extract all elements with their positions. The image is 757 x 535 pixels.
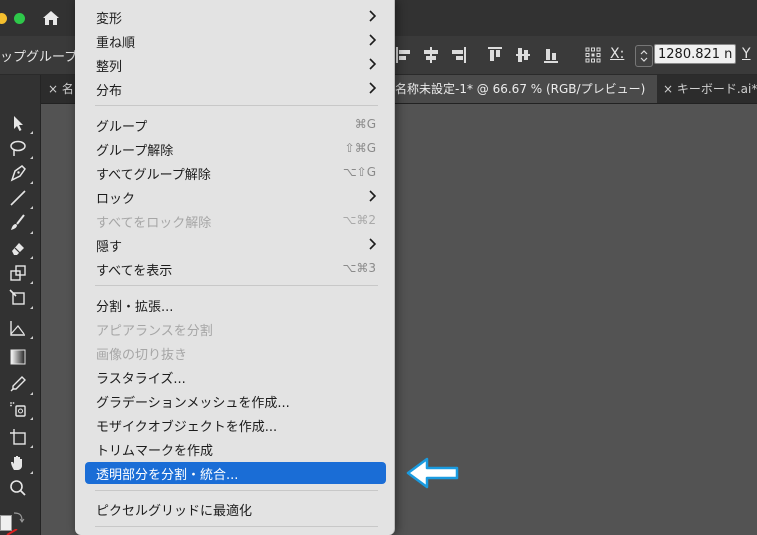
align-horizontal-center-icon[interactable] — [422, 45, 440, 65]
y-coordinate-label: Y — [742, 46, 751, 62]
submenu-arrow-icon — [369, 58, 376, 70]
stroke-none-swatch[interactable] — [5, 529, 25, 535]
selection-tool-icon[interactable] — [8, 113, 33, 134]
menu-item-ungroup[interactable]: グループ解除 ⇧⌘G — [85, 138, 386, 160]
menu-item-align[interactable]: 整列 — [85, 54, 386, 76]
menu-item-create-trim-marks[interactable]: トリムマークを作成 — [85, 438, 386, 460]
menu-item-ungroup-all[interactable]: すべてグループ解除 ⌥⇧G — [85, 162, 386, 184]
menu-item-expand-appearance: アピアランスを分割 — [96, 324, 213, 339]
menu-item-unlock-all: すべてをロック解除 ⌥⌘2 — [96, 213, 376, 231]
free-transform-tool-icon[interactable] — [8, 288, 33, 309]
menu-item-hide[interactable]: 隠す — [85, 234, 386, 256]
shortcut-label: ⌥⌘2 — [342, 213, 376, 227]
align-bottom-icon[interactable] — [542, 45, 560, 65]
menu-item-lock[interactable]: ロック — [85, 186, 386, 208]
tools-panel — [0, 75, 41, 535]
stepper-chevron-icon — [640, 50, 648, 62]
shortcut-label: ⌘G — [354, 117, 376, 131]
menu-item-distribute[interactable]: 分布 — [85, 78, 386, 100]
menu-divider — [95, 105, 378, 106]
align-left-icon[interactable] — [394, 45, 412, 65]
menu-divider — [95, 526, 378, 527]
hand-tool-icon[interactable] — [8, 453, 33, 474]
submenu-arrow-icon — [369, 82, 376, 94]
menu-item-group[interactable]: グループ ⌘G — [85, 114, 386, 136]
home-icon[interactable] — [42, 9, 60, 27]
x-value-stepper[interactable] — [635, 45, 653, 67]
pen-tool-icon[interactable] — [8, 163, 33, 184]
artboard-tool-icon[interactable] — [8, 427, 33, 448]
x-coordinate-label: X: — [610, 46, 625, 62]
menu-divider — [95, 285, 378, 286]
align-vertical-center-icon[interactable] — [514, 45, 532, 65]
shortcut-label: ⇧⌘G — [344, 141, 376, 155]
object-menu: 変形 重ね順 整列 分布 グループ ⌘G グループ解除 ⇧⌘G すべてグループ解… — [75, 0, 395, 535]
submenu-arrow-icon — [369, 190, 376, 202]
callout-arrow-icon — [406, 457, 459, 489]
paintbrush-tool-icon[interactable] — [8, 213, 33, 234]
menu-item-make-pixel-perfect[interactable]: ピクセルグリッドに最適化 — [85, 498, 386, 520]
menu-item-rasterize[interactable]: ラスタライズ... — [85, 366, 386, 388]
eyedropper-tool-icon[interactable] — [8, 374, 33, 395]
menu-item-arrange[interactable]: 重ね順 — [85, 30, 386, 52]
menu-item-create-object-mosaic[interactable]: モザイクオブジェクトを作成... — [85, 414, 386, 436]
tab-keyboard-document[interactable]: × キーボード.ai* — [663, 75, 757, 103]
reference-point-icon[interactable] — [584, 45, 602, 65]
menu-divider — [95, 490, 378, 491]
selection-type-label: ップグループ — [0, 50, 78, 65]
zoom-tool-icon[interactable] — [8, 478, 28, 498]
zoom-window-button[interactable] — [14, 13, 25, 24]
shortcut-label: ⌥⇧G — [342, 165, 376, 179]
tab-document-1[interactable]: × 名 — [48, 75, 74, 103]
line-tool-icon[interactable] — [8, 188, 33, 209]
menu-item-create-gradient-mesh[interactable]: グラデーションメッシュを作成... — [85, 390, 386, 412]
symbol-sprayer-tool-icon[interactable] — [8, 399, 33, 420]
scale-tool-icon[interactable] — [8, 263, 33, 284]
lasso-tool-icon[interactable] — [8, 138, 33, 159]
eraser-tool-icon[interactable] — [8, 238, 33, 259]
tab-active-document[interactable]: 名称未設定-1* @ 66.67 % (RGB/プレビュー) — [385, 75, 658, 103]
menu-item-flatten-transparency[interactable]: 透明部分を分割・統合... — [85, 462, 386, 484]
submenu-arrow-icon — [369, 10, 376, 22]
menu-item-show-all[interactable]: すべてを表示 ⌥⌘3 — [85, 258, 386, 280]
align-right-icon[interactable] — [450, 45, 468, 65]
submenu-arrow-icon — [369, 34, 376, 46]
shortcut-label: ⌥⌘3 — [342, 261, 376, 275]
minimize-window-button[interactable] — [0, 13, 7, 24]
gradient-tool-icon[interactable] — [8, 347, 28, 367]
menu-item-transform[interactable]: 変形 — [85, 6, 386, 28]
menu-item-crop-image: 画像の切り抜き — [96, 348, 188, 363]
align-top-icon[interactable] — [486, 45, 504, 65]
menu-item-expand[interactable]: 分割・拡張... — [85, 294, 386, 316]
submenu-arrow-icon — [369, 238, 376, 250]
graph-tool-icon[interactable] — [8, 318, 33, 339]
x-coordinate-field[interactable]: 1280.821 n — [654, 44, 736, 64]
